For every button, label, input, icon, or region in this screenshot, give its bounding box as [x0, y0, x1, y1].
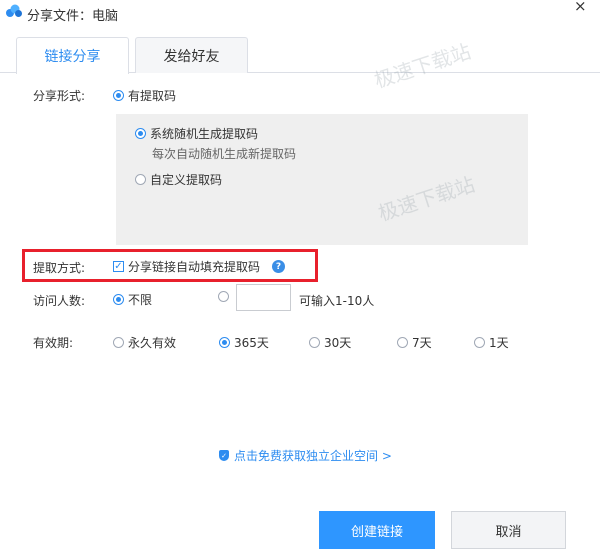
- share-form-option-label: 有提取码: [128, 89, 177, 103]
- cancel-button[interactable]: 取消: [451, 511, 566, 549]
- close-icon[interactable]: ×: [574, 0, 587, 15]
- validity-label: 有效期:: [33, 336, 74, 350]
- promo-label: 点击免费获取独立企业空间 >: [234, 449, 392, 463]
- validity-option-30[interactable]: 30天: [309, 334, 351, 351]
- enterprise-promo-link[interactable]: ✓ 点击免费获取独立企业空间 >: [219, 447, 392, 464]
- custom-code-option[interactable]: 自定义提取码: [135, 171, 222, 188]
- visitors-unlimited-option[interactable]: 不限: [113, 291, 152, 308]
- share-form-option[interactable]: 有提取码: [113, 87, 176, 104]
- radio-icon: [474, 337, 485, 348]
- help-icon[interactable]: ?: [272, 260, 286, 273]
- radio-icon: [113, 90, 124, 101]
- validity-option-7[interactable]: 7天: [397, 334, 432, 351]
- validity-option-label: 365天: [234, 336, 269, 350]
- radio-icon: [219, 337, 230, 348]
- validity-option-label: 7天: [412, 336, 432, 350]
- random-code-label: 系统随机生成提取码: [150, 127, 259, 141]
- validity-option-label: 永久有效: [128, 336, 177, 350]
- auto-fill-checkbox[interactable]: ✓ 分享链接自动填充提取码 ?: [113, 258, 286, 275]
- auto-fill-label: 分享链接自动填充提取码: [128, 260, 261, 274]
- shield-check-icon: ✓: [219, 450, 229, 461]
- watermark-text: 极速下载站: [371, 39, 474, 93]
- radio-icon: [309, 337, 320, 348]
- window-title: 分享文件：电脑: [27, 9, 119, 24]
- validity-option-label: 30天: [324, 336, 352, 350]
- radio-icon: [218, 291, 229, 302]
- app-logo-icon: [5, 4, 23, 18]
- checkbox-checked-icon: ✓: [113, 261, 124, 272]
- share-form-label: 分享形式:: [33, 89, 86, 103]
- validity-option-1[interactable]: 1天: [474, 334, 509, 351]
- tab-send-to-friend[interactable]: 发给好友: [135, 37, 248, 73]
- extract-method-label: 提取方式:: [33, 261, 86, 275]
- radio-icon: [397, 337, 408, 348]
- validity-option-label: 1天: [489, 336, 509, 350]
- create-link-button[interactable]: 创建链接: [319, 511, 435, 549]
- radio-icon: [135, 174, 146, 185]
- visitors-hint: 可输入1-10人: [299, 294, 375, 308]
- visitors-label: 访问人数:: [33, 294, 86, 308]
- validity-option-permanent[interactable]: 永久有效: [113, 334, 176, 351]
- radio-icon: [113, 337, 124, 348]
- random-code-hint: 每次自动随机生成新提取码: [152, 147, 297, 161]
- custom-code-label: 自定义提取码: [150, 173, 223, 187]
- validity-option-365[interactable]: 365天: [219, 334, 269, 351]
- visitors-limit-option[interactable]: [218, 291, 229, 302]
- radio-icon: [135, 128, 146, 139]
- tab-link-share[interactable]: 链接分享: [16, 37, 129, 74]
- visitors-unlimited-label: 不限: [128, 293, 153, 307]
- visitors-count-input[interactable]: [236, 284, 291, 311]
- radio-icon: [113, 294, 124, 305]
- random-code-option[interactable]: 系统随机生成提取码: [135, 125, 258, 142]
